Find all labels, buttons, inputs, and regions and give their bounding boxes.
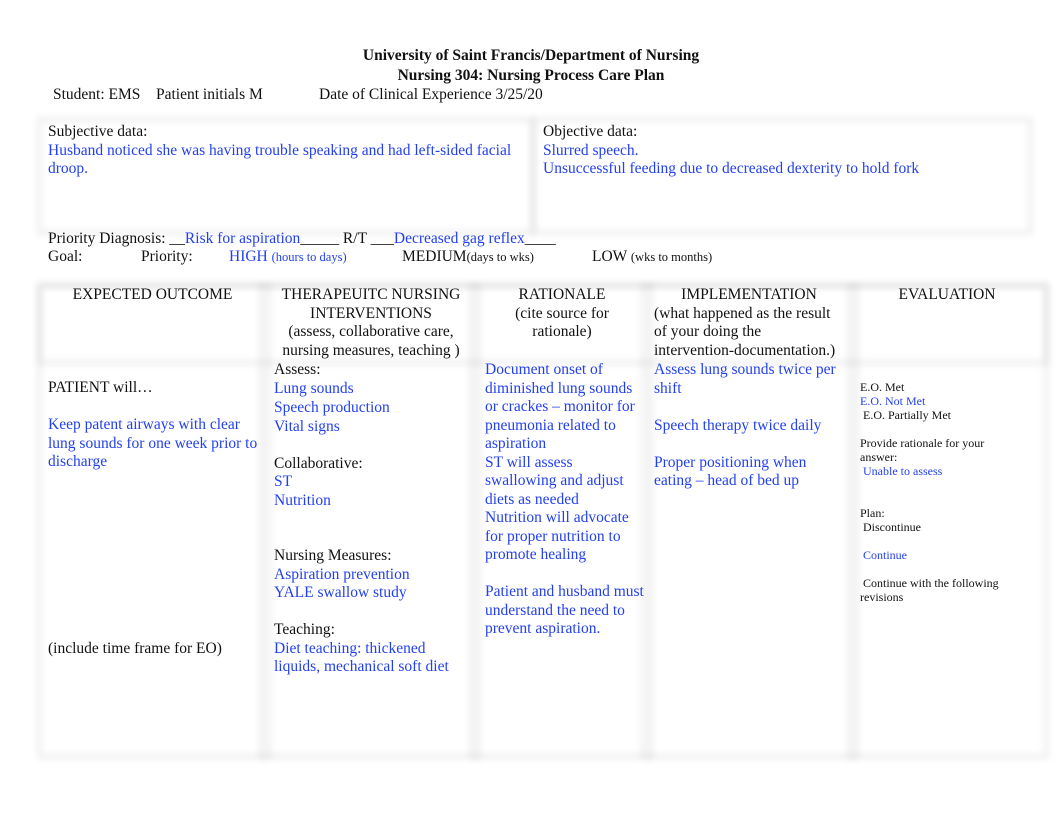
- implementation-item: Assess lung sounds twice per shift: [654, 361, 836, 397]
- diagnosis-value: Risk for aspiration: [184, 230, 301, 247]
- priority-high-option: HIGH (hours to days): [229, 248, 347, 267]
- eo-not-met-option: E.O. Not Met: [860, 394, 926, 408]
- header-interventions-line-2: INTERVENTIONS: [310, 304, 432, 322]
- collaborative-label: Collaborative:: [274, 454, 363, 472]
- assess-label: Assess:: [274, 361, 321, 378]
- eo-met-option: E.O. Met: [860, 380, 905, 394]
- subjective-section: Subjective data: Husband noticed she was…: [48, 123, 518, 179]
- rationale-item: Nutrition will advocate for proper nutri…: [485, 509, 629, 563]
- subjective-label: Subjective data:: [48, 123, 148, 140]
- goal-label: Goal:: [48, 248, 83, 265]
- collaborative-item: ST: [274, 473, 293, 490]
- priority-medium-note: (days to wks): [466, 250, 534, 264]
- student-field: Student: EMS: [53, 86, 141, 103]
- rationale-answer: Unable to assess: [863, 464, 943, 478]
- plan-label: Plan:: [860, 506, 885, 520]
- nursing-measure-item: Aspiration prevention: [274, 565, 410, 583]
- outcome-timeframe-note: (include time frame for EO): [48, 640, 222, 657]
- priority-low-option: LOW (wks to months): [592, 248, 712, 267]
- priority-diagnosis-line: Priority Diagnosis: __Risk for aspiratio…: [48, 230, 556, 249]
- rationale-item: Document onset of diminished lung sounds…: [485, 361, 635, 452]
- rationale-prompt: Provide rationale for your answer:: [860, 436, 985, 464]
- plan-discontinue-option: Discontinue: [863, 520, 921, 534]
- header-rationale-line-3: rationale): [532, 323, 592, 340]
- assess-item: Vital signs: [274, 417, 340, 435]
- priority-medium: MEDIUM: [402, 248, 467, 265]
- assess-item: Lung sounds: [274, 379, 354, 397]
- clinical-date-field: Date of Clinical Experience 3/25/20: [319, 86, 543, 103]
- header-implementation-line-3: of your doing the: [654, 323, 762, 340]
- collaborative-item: Nutrition: [274, 491, 331, 509]
- implementation-item: Proper positioning when eating – head of…: [654, 453, 807, 490]
- plan-continue-option: Continue: [863, 548, 907, 562]
- header-rationale: RATIONALE (cite source for rationale): [478, 286, 646, 342]
- teaching-label: Teaching:: [274, 621, 335, 638]
- diagnosis-trail: ____: [524, 230, 556, 247]
- objective-section: Objective data: Slurred speech. Unsucces…: [543, 123, 1013, 179]
- header-interventions: THERAPEUITC NURSING INTERVENTIONS (asses…: [262, 286, 480, 360]
- outcome-lead: PATIENT will…: [48, 379, 153, 396]
- header-implementation-line-1: IMPLEMENTATION: [681, 286, 817, 303]
- objective-line-2: Unsuccessful feeding due to decreased de…: [543, 160, 920, 177]
- header-rationale-line-2: (cite source for: [515, 304, 609, 322]
- implementation-cell: Assess lung sounds twice per shift Speec…: [654, 361, 846, 491]
- header-implementation: IMPLEMENTATION (what happened as the res…: [654, 286, 854, 360]
- assess-item: Speech production: [274, 399, 390, 416]
- priority-low: LOW: [592, 248, 628, 265]
- objective-line-1: Slurred speech.: [543, 141, 639, 159]
- evaluation-cell: E.O. Met E.O. Not Met E.O. Partially Met…: [860, 380, 1020, 604]
- rationale-cell: Document onset of diminished lung sounds…: [485, 361, 645, 639]
- course-title: Nursing 304: Nursing Process Care Plan: [397, 67, 665, 84]
- nursing-measures-label: Nursing Measures:: [274, 547, 392, 564]
- objective-label: Objective data:: [543, 123, 638, 140]
- plan-continue-revisions-option: Continue with the following revisions: [860, 576, 999, 604]
- rationale-item: Patient and husband must understand the …: [485, 583, 644, 637]
- priority-medium-option: MEDIUM(days to wks): [402, 248, 534, 267]
- teaching-text: Diet teaching: thickened liquids, mechan…: [274, 639, 449, 676]
- header-expected-outcome: EXPECTED OUTCOME: [72, 286, 233, 303]
- subjective-text: Husband noticed she was having trouble s…: [48, 141, 512, 178]
- related-to-value: Decreased gag reflex: [393, 230, 525, 247]
- header-interventions-line-3: (assess, collaborative care,: [288, 323, 454, 340]
- header-interventions-line-1: THERAPEUITC NURSING: [281, 286, 461, 303]
- expected-outcome-cell: PATIENT will… Keep patent airways with c…: [48, 379, 258, 472]
- nursing-measure-item: YALE swallow study: [274, 584, 407, 601]
- patient-initials-field: Patient initials M: [156, 86, 263, 103]
- header-implementation-line-2: (what happened as the result: [654, 304, 831, 322]
- header-rationale-line-1: RATIONALE: [518, 286, 606, 303]
- institution-title: University of Saint Francis/Department o…: [362, 47, 700, 64]
- diagnosis-label: Priority Diagnosis: __: [48, 230, 185, 247]
- related-to-label: _____ R/T ___: [300, 230, 394, 247]
- interventions-cell: Assess: Lung sounds Speech production Vi…: [274, 361, 469, 677]
- header-implementation-line-4: intervention-documentation.): [654, 341, 836, 359]
- priority-label: Priority:: [141, 248, 193, 265]
- outcome-text: Keep patent airways with clear lung soun…: [48, 416, 258, 470]
- header-interventions-line-4: nursing measures, teaching ): [282, 341, 460, 359]
- eo-partially-met-option: E.O. Partially Met: [863, 408, 951, 422]
- priority-low-note: (wks to months): [630, 250, 713, 264]
- priority-high: HIGH: [229, 248, 268, 265]
- implementation-item: Speech therapy twice daily: [654, 416, 822, 434]
- priority-high-note: (hours to days): [271, 250, 347, 264]
- rationale-item: ST will assess swallowing and adjust die…: [485, 453, 624, 508]
- header-evaluation: EVALUATION: [898, 286, 996, 303]
